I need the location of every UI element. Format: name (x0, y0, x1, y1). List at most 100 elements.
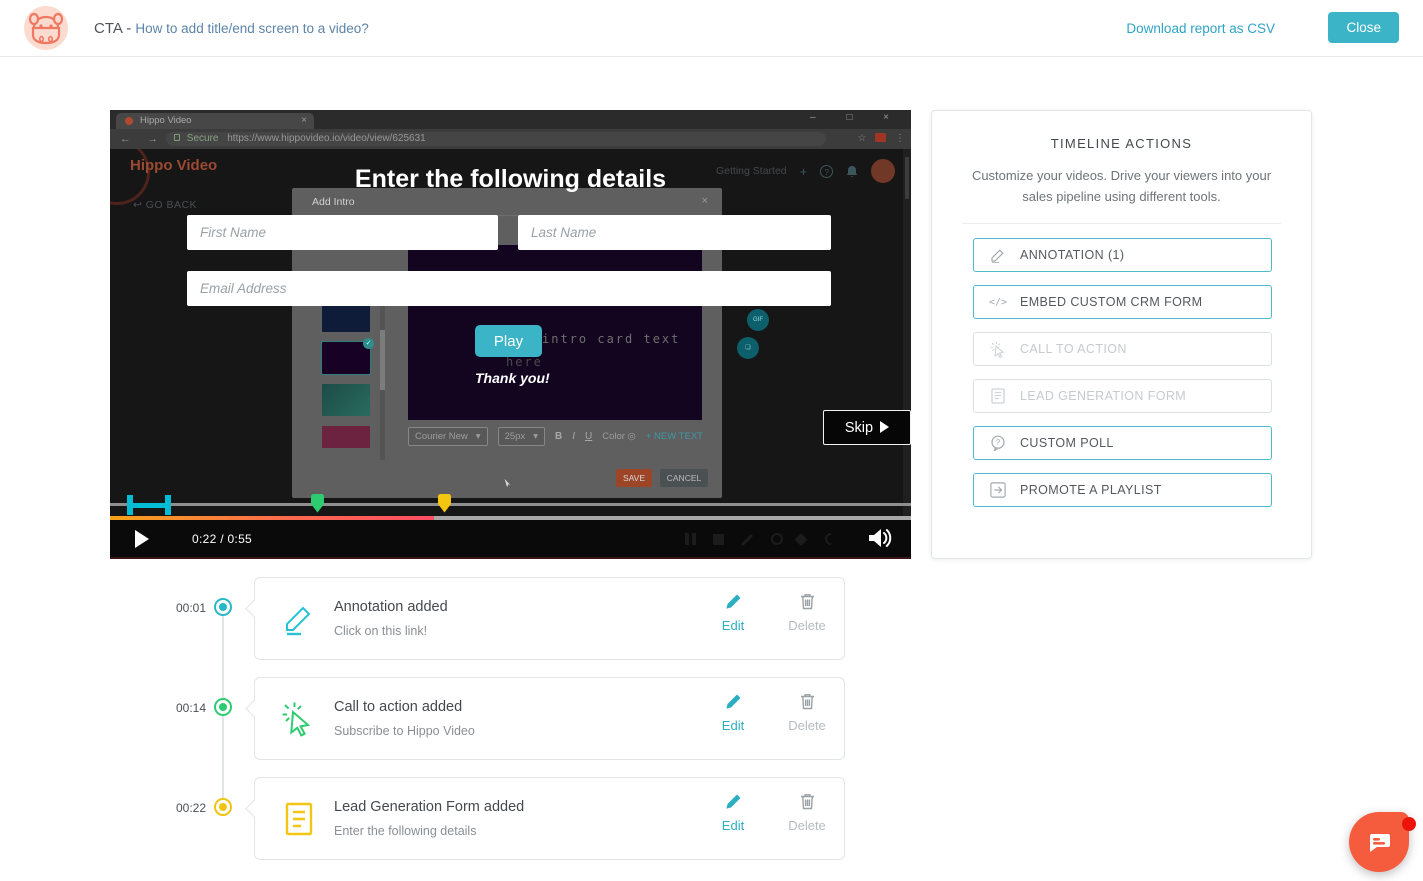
bookmark-star-icon: ☆ (857, 133, 866, 144)
secure-badge: Secure (187, 133, 219, 144)
event-card: Annotation added Click on this link! Edi… (254, 577, 845, 660)
svg-text:?: ? (996, 438, 1001, 447)
text-format-toolbar: Courier New▾ 25px▾ B I U Color ◎ + NEW T… (408, 425, 703, 447)
edit-button[interactable]: Edit (703, 693, 763, 733)
action-lead-generation-form-button: LEAD GENERATION FORM (973, 379, 1272, 413)
timeline-actions-panel: TIMELINE ACTIONS Customize your videos. … (931, 110, 1312, 559)
player-time-display: 0:22 / 0:55 (192, 532, 252, 546)
edit-pencil-icon (725, 693, 742, 710)
mouse-cursor-icon (503, 478, 513, 490)
video-player: Hippo Video × – □ × ← → C Secure https:/… (110, 110, 911, 557)
player-bottom-edge (110, 557, 911, 559)
marker-track-line (110, 503, 911, 506)
new-text-button: + NEW TEXT (646, 431, 703, 442)
page-title-prefix: CTA - (94, 20, 131, 37)
event-row-leadgen: 00:22 Lead Generation Form added Enter t… (0, 777, 900, 860)
browser-menu-icon: ⋮ (895, 133, 905, 144)
timeline-marker-track (110, 494, 911, 516)
cta-marker-pin[interactable] (310, 494, 325, 513)
event-time: 00:22 (158, 801, 206, 815)
edit-pencil-icon (725, 793, 742, 810)
document-icon (988, 388, 1008, 404)
action-embed-crm-form-button[interactable]: </> EMBED CUSTOM CRM FORM (973, 285, 1272, 319)
event-row-cta: 00:14 Call to action added Subscribe to … (0, 677, 900, 760)
video-window-controls: – □ × (810, 112, 903, 123)
range-marker[interactable] (127, 495, 171, 515)
extension-icon (875, 133, 886, 142)
cursor-click-icon (988, 341, 1008, 358)
video-tab-close-icon: × (301, 113, 307, 129)
video-browser-urlbox: Secure https://www.hippovideo.io/video/v… (166, 132, 826, 146)
trash-icon (800, 693, 815, 710)
lock-icon (174, 134, 180, 141)
intro-template-thumb (322, 384, 370, 416)
close-button[interactable]: Close (1328, 12, 1399, 43)
trash-icon (800, 593, 815, 610)
skip-arrow-icon (880, 421, 889, 433)
play-button[interactable]: Play (475, 325, 542, 357)
intro-template-thumb-selected: ✓ (322, 342, 370, 374)
question-bubble-icon: ? (988, 435, 1008, 451)
italic-icon: I (572, 431, 575, 442)
volume-icon[interactable] (867, 527, 893, 549)
player-play-icon[interactable] (135, 530, 149, 548)
action-custom-poll-button[interactable]: ? CUSTOM POLL (973, 426, 1272, 460)
action-promote-playlist-button[interactable]: PROMOTE A PLAYLIST (973, 473, 1272, 507)
event-title: Lead Generation Form added (334, 799, 524, 815)
pencil-icon (279, 598, 319, 640)
cursor-click-icon (279, 698, 319, 740)
add-intro-title: Add Intro (312, 196, 355, 208)
action-annotation-button[interactable]: ANNOTATION (1) (973, 238, 1272, 272)
delete-button[interactable]: Delete (777, 793, 837, 833)
event-dot-annotation (214, 598, 232, 616)
color-picker-label: Color ◎ (602, 431, 636, 442)
underline-icon: U (585, 431, 592, 442)
panel-divider (962, 223, 1281, 224)
thank-you-text: Thank you! (475, 370, 550, 386)
event-card: Lead Generation Form added Enter the fol… (254, 777, 845, 860)
font-size-select: 25px▾ (498, 427, 545, 446)
chat-widget-button[interactable] (1349, 812, 1409, 872)
video-browser-right-icons: ☆ ⋮ (857, 129, 905, 149)
event-row-annotation: 00:01 Annotation added Click on this lin… (0, 577, 900, 660)
document-icon (279, 798, 319, 840)
header: CTA - How to add title/end screen to a v… (0, 0, 1423, 57)
dialog-save-button: SAVE (616, 469, 652, 487)
event-subtitle: Click on this link! (334, 624, 427, 638)
event-time: 00:01 (158, 601, 206, 615)
page-title: CTA - How to add title/end screen to a v… (94, 20, 369, 37)
bold-icon: B (555, 431, 562, 442)
delete-button[interactable]: Delete (777, 693, 837, 733)
intro-template-list: ✓ (322, 300, 370, 458)
first-name-input[interactable] (187, 215, 498, 250)
event-card: Call to action added Subscribe to Hippo … (254, 677, 845, 760)
player-control-bar: 0:22 / 0:55 (110, 520, 911, 557)
skip-button[interactable]: Skip (823, 410, 911, 445)
intro-card-text: intro card text (542, 332, 680, 346)
dialog-close-icon: × (702, 195, 708, 207)
template-list-scrollbar (380, 300, 385, 460)
playlist-arrow-icon (988, 482, 1008, 498)
font-family-select: Courier New▾ (408, 427, 488, 446)
hippo-logo-icon (24, 6, 68, 50)
background-video-toolbar-icons (685, 532, 855, 546)
panel-description: Customize your videos. Drive your viewer… (966, 165, 1278, 207)
video-tab-favicon (125, 117, 133, 125)
last-name-input[interactable] (518, 215, 831, 250)
gif-badge-icon: GIF (747, 309, 769, 331)
email-input[interactable] (187, 271, 831, 306)
video-page-scrollbar (903, 149, 911, 516)
delete-button[interactable]: Delete (777, 593, 837, 633)
video-title: How to add title/end screen to a video? (135, 21, 368, 36)
video-tab-title: Hippo Video (140, 115, 192, 126)
video-go-back-text: ↩ GO BACK (133, 199, 197, 211)
event-dot-cta (214, 698, 232, 716)
intro-template-thumb (322, 426, 370, 448)
event-time: 00:14 (158, 701, 206, 715)
leadgen-marker-pin[interactable] (437, 494, 452, 513)
panel-title: TIMELINE ACTIONS (932, 136, 1311, 151)
dialog-cancel-button: CANCEL (660, 469, 708, 487)
edit-button[interactable]: Edit (703, 593, 763, 633)
download-report-link[interactable]: Download report as CSV (1126, 21, 1275, 36)
edit-button[interactable]: Edit (703, 793, 763, 833)
